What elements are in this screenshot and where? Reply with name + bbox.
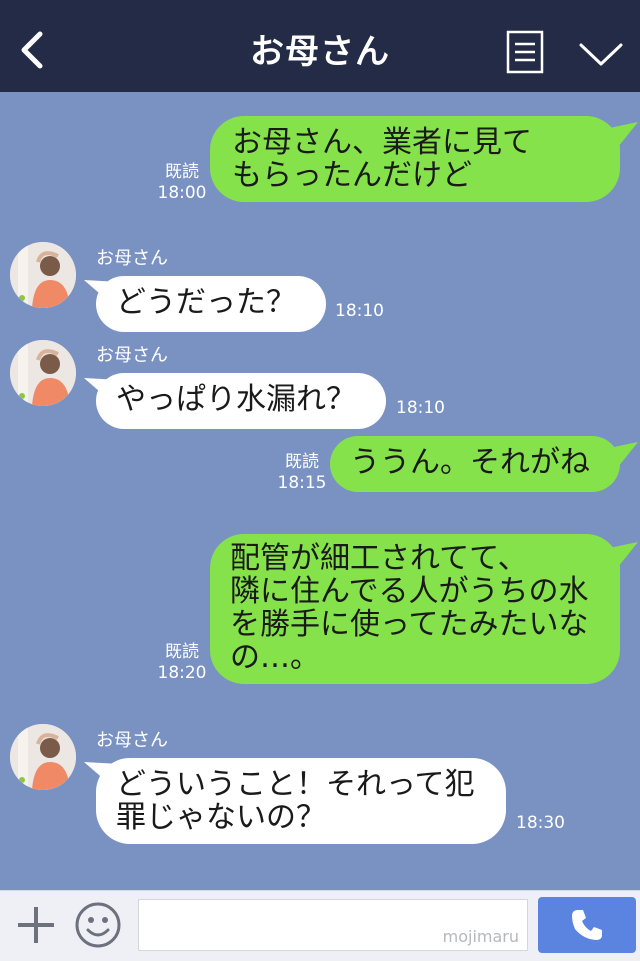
- message-time: 18:20: [157, 663, 207, 683]
- call-button[interactable]: [538, 897, 636, 953]
- read-receipt: 既読: [285, 452, 319, 472]
- read-receipt: 既読: [165, 162, 199, 182]
- message-time: 18:00: [157, 183, 207, 203]
- avatar[interactable]: [10, 242, 76, 308]
- chat-title: お母さん: [250, 32, 390, 72]
- message-time: 18:10: [396, 398, 445, 418]
- read-receipt: 既読: [165, 642, 199, 662]
- phone-icon: [572, 910, 602, 940]
- message-time: 18:10: [335, 301, 384, 321]
- chat-header: お母さん: [0, 0, 640, 92]
- watermark: mojimaru: [442, 927, 519, 946]
- message-time: 18:30: [516, 813, 565, 833]
- sender-name: お母さん: [96, 345, 168, 366]
- message-time: 18:15: [277, 473, 327, 493]
- avatar-photo-icon: [10, 242, 76, 308]
- message-input[interactable]: mojimaru: [138, 899, 528, 951]
- avatar[interactable]: [10, 724, 76, 790]
- message-meta: 既読 18:00: [156, 162, 208, 204]
- avatar[interactable]: [10, 340, 76, 406]
- menu-list-icon[interactable]: [506, 30, 544, 74]
- message-bubble-outgoing[interactable]: ううん。それがね: [330, 436, 620, 492]
- chat-area[interactable]: 既読 18:00 お母さん、業者に見て もらったんだけど お母さん どうだった？…: [0, 92, 640, 890]
- message-meta: 既読 18:20: [156, 642, 208, 684]
- avatar-photo-icon: [10, 724, 76, 790]
- chevron-down-icon[interactable]: [578, 40, 624, 70]
- smile-icon[interactable]: [74, 901, 122, 949]
- message-bubble-incoming[interactable]: どうだった？: [96, 276, 326, 332]
- plus-icon[interactable]: [14, 903, 58, 947]
- avatar-photo-icon: [10, 340, 76, 406]
- message-bubble-outgoing[interactable]: お母さん、業者に見て もらったんだけど: [210, 116, 620, 202]
- sender-name: お母さん: [96, 730, 168, 751]
- message-bubble-incoming[interactable]: やっぱり水漏れ？: [96, 373, 386, 429]
- sender-name: お母さん: [96, 248, 168, 269]
- message-meta: 既読 18:15: [276, 452, 328, 494]
- message-bubble-incoming[interactable]: どういうこと！それって犯 罪じゃないの？: [96, 758, 506, 844]
- input-bar: mojimaru: [0, 890, 640, 961]
- message-bubble-outgoing[interactable]: 配管が細工されてて、 隣に住んでる人がうちの水 を勝手に使ってたみたいな の…。: [210, 534, 620, 684]
